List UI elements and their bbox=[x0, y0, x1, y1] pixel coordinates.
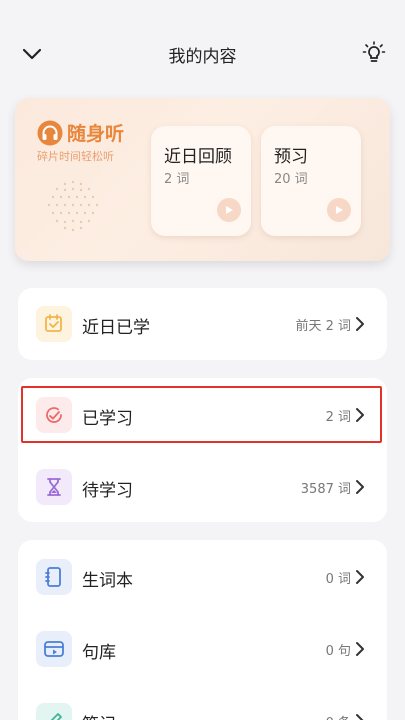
tile-count: 20 词 bbox=[274, 172, 308, 187]
list-item-learned[interactable]: 已学习 2 词 bbox=[18, 385, 387, 445]
chevron-right-icon bbox=[356, 642, 364, 656]
play-icon bbox=[226, 206, 233, 214]
tile-label: 近日回顾 bbox=[164, 147, 232, 167]
item-value: 2 词 bbox=[325, 410, 351, 425]
progress-check-icon bbox=[46, 407, 62, 423]
list-item-notes[interactable]: 笔记 0 条 bbox=[18, 691, 387, 720]
item-label: 生词本 bbox=[82, 571, 133, 591]
notebook-icon bbox=[45, 567, 61, 587]
item-label: 近日已学 bbox=[82, 318, 150, 338]
calendar-check-icon bbox=[45, 314, 62, 332]
lightbulb-icon bbox=[362, 41, 386, 62]
preview-tile[interactable]: 预习 20 词 bbox=[261, 126, 361, 236]
item-label: 笔记 bbox=[82, 710, 116, 720]
sentence-card-icon bbox=[44, 641, 64, 657]
list-item-sentence-bank[interactable]: 句库 0 句 bbox=[18, 619, 387, 679]
item-label: 已学习 bbox=[82, 409, 133, 429]
recent-learned-card: 近日已学 前天 2 词 bbox=[18, 288, 387, 360]
sound-wave-dots-icon bbox=[47, 180, 99, 232]
tile-count: 2 词 bbox=[164, 172, 190, 187]
chevron-right-icon bbox=[356, 480, 364, 494]
chevron-right-icon bbox=[356, 408, 364, 422]
icon-tile bbox=[36, 703, 72, 720]
item-label: 句库 bbox=[82, 643, 116, 663]
recent-review-tile[interactable]: 近日回顾 2 词 bbox=[151, 126, 251, 236]
chevron-right-icon bbox=[356, 317, 364, 331]
list-item-to-learn[interactable]: 待学习 3587 词 bbox=[18, 457, 387, 517]
collection-card: 生词本 0 词 句库 0 句 笔记 0 条 bbox=[18, 540, 387, 720]
play-button[interactable] bbox=[327, 198, 351, 222]
icon-tile bbox=[36, 397, 72, 433]
icon-tile bbox=[36, 306, 72, 342]
list-item-recent-learned[interactable]: 近日已学 前天 2 词 bbox=[18, 294, 387, 354]
hourglass-icon bbox=[47, 478, 61, 496]
item-value: 0 条 bbox=[326, 712, 351, 720]
learning-status-card: 已学习 2 词 待学习 3587 词 bbox=[18, 378, 387, 522]
tile-label: 预习 bbox=[274, 147, 308, 167]
tips-button[interactable] bbox=[359, 38, 389, 68]
icon-tile bbox=[36, 469, 72, 505]
icon-tile bbox=[36, 559, 72, 595]
audio-promo-card[interactable]: 随身听 碎片时间轻松听 近日回顾 2 词 预习 20 词 bbox=[15, 98, 390, 261]
play-icon bbox=[336, 206, 343, 214]
list-item-vocab-book[interactable]: 生词本 0 词 bbox=[18, 547, 387, 607]
item-value: 前天 2 词 bbox=[295, 319, 351, 334]
chevron-right-icon bbox=[356, 714, 364, 720]
icon-tile bbox=[36, 631, 72, 667]
pencil-note-icon bbox=[50, 713, 62, 720]
item-value: 0 句 bbox=[325, 644, 351, 659]
top-bar: 我的内容 bbox=[0, 32, 405, 76]
brand-name: 随身听 bbox=[67, 123, 125, 145]
item-label: 待学习 bbox=[82, 481, 133, 501]
brand-slogan: 碎片时间轻松听 bbox=[37, 150, 114, 163]
chevron-right-icon bbox=[356, 570, 364, 584]
page-title: 我的内容 bbox=[168, 47, 237, 67]
play-button[interactable] bbox=[217, 198, 241, 222]
headphones-icon bbox=[37, 120, 63, 146]
item-value: 0 词 bbox=[325, 572, 351, 587]
item-value: 3587 词 bbox=[300, 482, 351, 497]
